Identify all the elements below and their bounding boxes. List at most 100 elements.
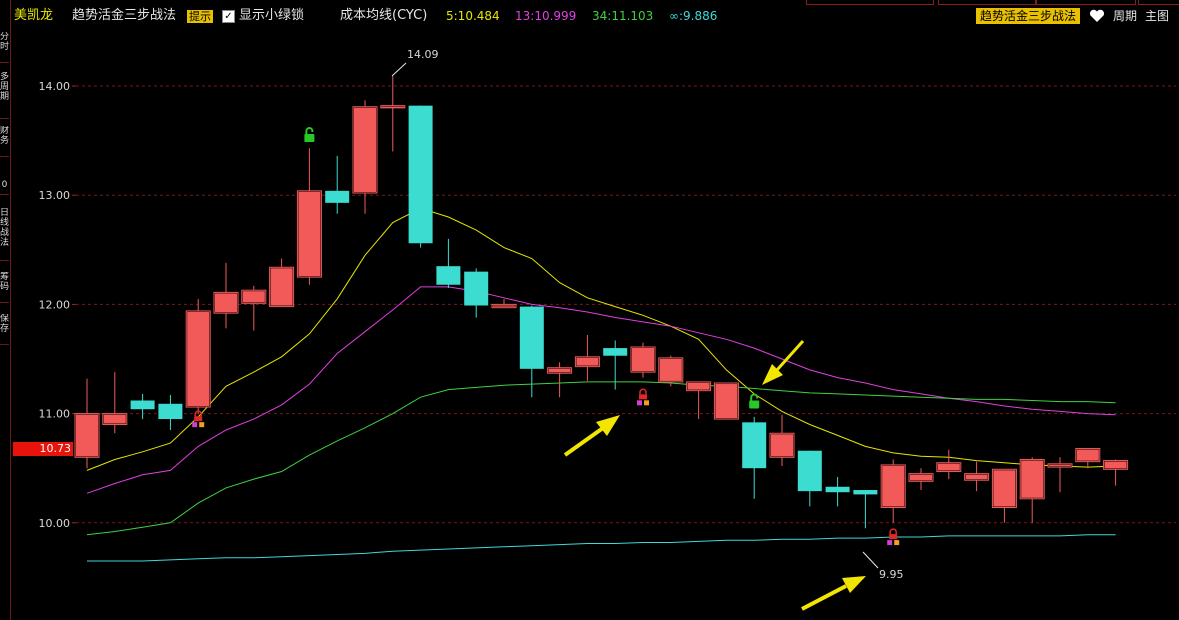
down-candle — [464, 268, 489, 318]
candle-body-fill — [354, 107, 376, 193]
lock-body — [887, 540, 893, 546]
candle-body — [158, 403, 183, 420]
candle-body-fill — [576, 357, 599, 366]
candle-body-fill — [632, 347, 654, 372]
y-tick-label: 13.00 — [39, 189, 71, 202]
up-candle — [713, 382, 739, 420]
candle-body — [797, 450, 822, 492]
up-candle — [102, 372, 128, 434]
up-candle — [547, 362, 573, 398]
candle-body — [130, 400, 155, 410]
show-lock-label[interactable]: 显示小绿锁 — [239, 9, 304, 23]
side-tab[interactable]: 日线战法 — [0, 208, 9, 261]
lock-body — [199, 422, 205, 428]
candle-body-fill — [493, 305, 515, 307]
lock-body — [639, 394, 647, 400]
candle-body-fill — [687, 382, 710, 390]
toolbar-tab[interactable] — [938, 0, 1036, 5]
current-price-tag: 10.73 — [13, 442, 73, 456]
side-tab[interactable]: 多周期 — [0, 72, 9, 119]
candle-body-fill — [715, 384, 738, 419]
toolbar-tab[interactable] — [1138, 0, 1179, 5]
show-lock-checkbox[interactable]: ✓ — [222, 10, 235, 23]
up-candle — [574, 334, 600, 381]
up-candle — [74, 378, 100, 469]
up-candle — [352, 100, 378, 214]
lock-body — [644, 400, 649, 406]
candle-body-fill — [910, 474, 932, 481]
candle-body-fill — [548, 368, 571, 373]
y-tick-label: 10.00 — [39, 517, 71, 530]
strategy-button[interactable]: 趋势活金三步战法 — [976, 8, 1081, 24]
left-side-tabs: 分时 多周期 财务 0 日线战法 筹码 保存 — [0, 0, 11, 620]
down-candle — [158, 395, 183, 430]
arrow-annotation — [762, 339, 805, 385]
cycinf-value: ∞:9.886 — [669, 9, 718, 23]
candle-body-fill — [1049, 464, 1071, 467]
green-lock-icon — [749, 393, 760, 409]
lock-shackle — [750, 393, 759, 401]
down-candle — [325, 155, 350, 214]
annotations: 14.09 9.95 — [391, 48, 904, 611]
down-candle — [797, 450, 822, 507]
toolbar-tab[interactable] — [806, 0, 934, 5]
heart-icon[interactable] — [1089, 9, 1105, 23]
lock-body — [304, 134, 315, 143]
side-tab[interactable]: 保存 — [0, 314, 9, 345]
candle-body-fill — [965, 474, 988, 480]
candle-body — [408, 105, 433, 244]
up-candle — [630, 342, 656, 378]
candle-body-fill — [993, 470, 1016, 507]
mainf-line — [87, 534, 1116, 562]
up-candle — [908, 468, 934, 491]
candle-body — [464, 271, 489, 306]
arrow-annotation — [801, 576, 866, 611]
moving-average-lines — [86, 207, 1116, 562]
candle-body-fill — [103, 414, 126, 424]
side-tab[interactable]: 分时 — [0, 32, 9, 63]
lock-body — [637, 400, 642, 406]
toolbar-tab[interactable] — [1036, 0, 1136, 5]
lock-shackle — [639, 388, 647, 395]
side-tab[interactable]: 财务 — [0, 126, 9, 157]
up-candle — [964, 461, 990, 492]
up-candle — [880, 459, 906, 523]
up-candle — [1019, 457, 1045, 523]
candle-body-fill — [1104, 461, 1127, 469]
lock-body — [889, 534, 898, 540]
up-candle — [185, 298, 211, 414]
candle-body — [325, 190, 350, 203]
side-tab[interactable]: 筹码 — [0, 272, 9, 303]
y-tick-label: 11.00 — [39, 408, 71, 421]
main-chart-button[interactable]: 主图 — [1145, 9, 1169, 23]
price-axis-labels: 14.00 13.00 12.00 11.00 10.00 — [39, 80, 71, 530]
low-label: 9.95 — [879, 568, 904, 581]
red-lock-icon — [637, 388, 649, 406]
lock-body — [192, 422, 198, 428]
down-candle — [130, 393, 155, 420]
lock-shackle — [889, 528, 897, 535]
candle-body-fill — [381, 106, 404, 108]
candle-body-fill — [298, 191, 321, 277]
hint-badge[interactable]: 提示 — [187, 10, 213, 23]
arrow-annotation — [563, 415, 620, 457]
lock-shackle — [305, 127, 314, 135]
candlestick-chart[interactable]: 14.09 9.95 14.00 13.00 12.00 11.00 10.00 — [0, 0, 1179, 620]
low-pointer — [862, 551, 879, 569]
candle-body-fill — [242, 291, 265, 303]
up-candle — [213, 262, 239, 329]
candle-body-fill — [187, 311, 210, 407]
strategy-title: 趋势活金三步战法 — [72, 8, 177, 23]
ma13-line — [86, 286, 1116, 494]
side-tab[interactable]: 0 — [0, 180, 9, 195]
up-candle — [1047, 457, 1073, 493]
y-tick-label: 14.00 — [39, 80, 71, 93]
period-button[interactable]: 周期 — [1113, 9, 1137, 23]
candle-body-fill — [270, 268, 293, 306]
indicator-header: 美凯龙 趋势活金三步战法 提示 ✓ 显示小绿锁 成本均线(CYC) 5:10.4… — [0, 0, 1179, 32]
up-candle — [1103, 459, 1129, 486]
lock-body — [894, 540, 900, 546]
candle-body — [825, 486, 850, 493]
candle-body-fill — [76, 414, 98, 457]
cyc5-value: 5:10.484 — [446, 9, 500, 23]
